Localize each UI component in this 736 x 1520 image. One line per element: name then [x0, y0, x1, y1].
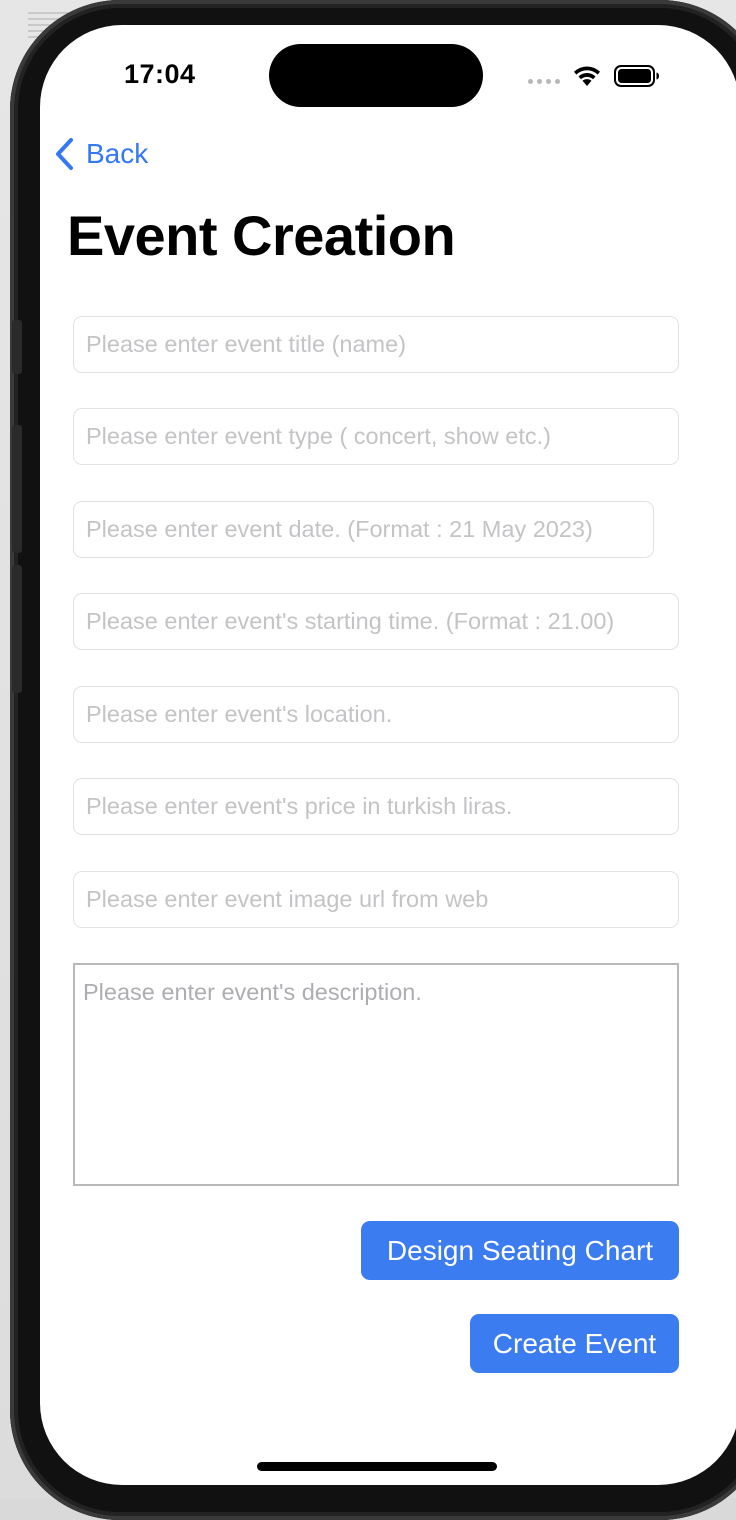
event-type-input[interactable] [73, 408, 679, 465]
wifi-icon [574, 66, 600, 86]
event-description-textarea[interactable] [73, 963, 679, 1186]
back-label: Back [86, 138, 149, 169]
back-button[interactable]: Back [54, 137, 148, 171]
event-start-time-input[interactable] [73, 593, 679, 650]
create-event-button[interactable]: Create Event [470, 1314, 679, 1373]
battery-icon [614, 65, 659, 87]
cellular-dots-icon [528, 78, 560, 84]
event-location-input[interactable] [73, 686, 679, 743]
volume-down-button [12, 565, 22, 693]
event-title-input[interactable] [73, 316, 679, 373]
design-seating-chart-button[interactable]: Design Seating Chart [361, 1221, 679, 1280]
status-icons [528, 63, 660, 89]
volume-up-button [12, 425, 22, 553]
page-title: Event Creation [67, 204, 456, 267]
status-time: 17:04 [124, 59, 196, 89]
mute-switch [12, 320, 22, 374]
event-price-input[interactable] [73, 778, 679, 835]
event-date-input[interactable] [73, 501, 654, 558]
chevron-left-icon [56, 138, 73, 170]
phone-screen: 17:04 Back Event Creation Design Seating… [40, 25, 736, 1485]
dynamic-island [269, 44, 483, 107]
event-image-url-input[interactable] [73, 871, 679, 928]
home-indicator[interactable] [257, 1462, 497, 1471]
